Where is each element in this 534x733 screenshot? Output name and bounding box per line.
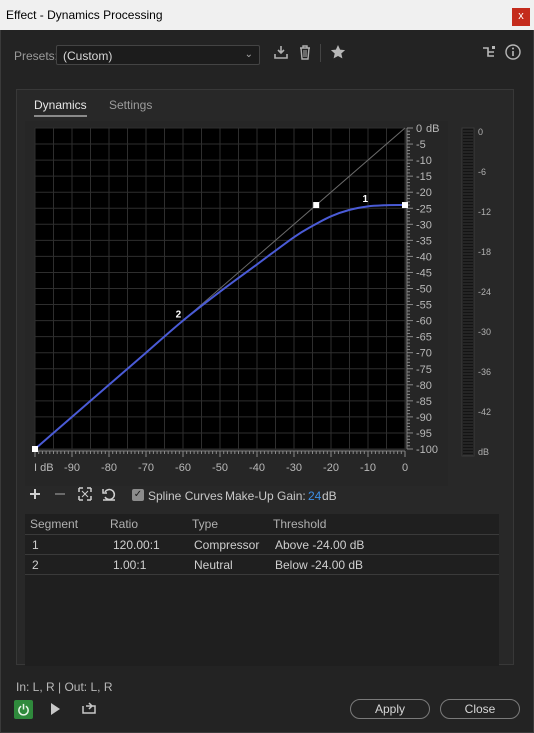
save-preset-icon[interactable] bbox=[273, 44, 289, 63]
table-row[interactable]: 2 1.00:1 Neutral Below -24.00 dB bbox=[25, 555, 499, 574]
segment-label: 1 bbox=[362, 194, 368, 205]
meter-tick-label: -18 bbox=[478, 247, 491, 257]
y-tick-label: -5 bbox=[416, 139, 426, 151]
column-header-threshold: Threshold bbox=[273, 517, 327, 531]
y-tick-label: -40 bbox=[416, 251, 432, 263]
segment-label: 2 bbox=[176, 309, 182, 320]
tab-dynamics[interactable]: Dynamics bbox=[34, 98, 87, 117]
transfer-curve-svg[interactable]: 0 -5 -10 -15 -20 -25 -30 -35 -40 -45 -50 -55 -60 -65 -… bbox=[25, 121, 448, 486]
row-divider bbox=[25, 574, 499, 575]
window-title: Effect - Dynamics Processing bbox=[6, 8, 163, 22]
x-tick-label: -10 bbox=[360, 462, 376, 474]
y-tick-label: -70 bbox=[416, 348, 432, 360]
transfer-curve-graph[interactable]: 0 -5 -10 -15 -20 -25 -30 -35 -40 -45 -50 -55 -60 -65 -… bbox=[25, 121, 448, 486]
y-tick-label: -90 bbox=[416, 412, 432, 424]
type-cell: Compressor bbox=[194, 538, 260, 552]
presets-dropdown[interactable]: (Custom) ⌄ bbox=[56, 45, 260, 65]
threshold-cell: Above -24.00 dB bbox=[275, 538, 365, 552]
segments-table: Segment Ratio Type Threshold 1 120.00:1 … bbox=[25, 514, 499, 666]
reset-icon[interactable] bbox=[102, 487, 116, 504]
column-header-type: Type bbox=[192, 517, 219, 531]
chevron-down-icon: ⌄ bbox=[244, 49, 253, 60]
y-tick-label: 0 bbox=[416, 123, 422, 135]
x-tick-label: -20 bbox=[323, 462, 339, 474]
meter-tick-label: -12 bbox=[478, 207, 491, 217]
power-toggle-button[interactable] bbox=[14, 700, 33, 719]
y-tick-label: -55 bbox=[416, 300, 432, 312]
control-point[interactable] bbox=[313, 202, 320, 209]
control-point[interactable] bbox=[32, 446, 38, 452]
favorite-star-icon[interactable] bbox=[330, 44, 346, 63]
divider bbox=[320, 44, 321, 62]
meter-tick-label: 0 bbox=[478, 127, 483, 137]
close-button[interactable]: Close bbox=[440, 699, 520, 719]
column-header-ratio: Ratio bbox=[110, 517, 139, 531]
x-unit-label: I dB bbox=[34, 462, 54, 474]
y-tick-label: -60 bbox=[416, 316, 432, 328]
y-tick-label: -95 bbox=[416, 428, 432, 440]
y-tick-label: -25 bbox=[416, 203, 432, 215]
y-tick-label: -75 bbox=[416, 364, 432, 376]
apply-button[interactable]: Apply bbox=[350, 699, 430, 719]
y-tick-label: -65 bbox=[416, 332, 432, 344]
makeup-gain-unit: dB bbox=[322, 489, 337, 503]
x-tick-label: -60 bbox=[175, 462, 191, 474]
x-tick-label: 0 bbox=[402, 462, 408, 474]
type-cell: Neutral bbox=[194, 558, 233, 572]
spline-curves-label: Spline Curves bbox=[148, 489, 223, 503]
title-bar: Effect - Dynamics Processing x bbox=[0, 0, 534, 30]
y-tick-label: -10 bbox=[416, 155, 432, 167]
routing-icon[interactable] bbox=[482, 45, 496, 62]
x-tick-label: -50 bbox=[212, 462, 228, 474]
x-tick-label: -30 bbox=[286, 462, 302, 474]
x-tick-label: -80 bbox=[101, 462, 117, 474]
x-tick-label: -40 bbox=[249, 462, 265, 474]
x-tick-label: -70 bbox=[138, 462, 154, 474]
y-tick-label: -100 bbox=[416, 444, 438, 456]
meter-tick-label: -6 bbox=[478, 167, 486, 177]
y-tick-label: -50 bbox=[416, 284, 432, 296]
y-tick-label: -80 bbox=[416, 380, 432, 392]
ratio-cell: 120.00:1 bbox=[113, 538, 160, 552]
column-header-segment: Segment bbox=[30, 517, 79, 531]
table-row[interactable]: 1 120.00:1 Compressor Above -24.00 dB bbox=[25, 535, 499, 554]
threshold-cell: Below -24.00 dB bbox=[275, 558, 364, 572]
y-tick-label: -85 bbox=[416, 396, 432, 408]
info-icon[interactable] bbox=[505, 44, 521, 63]
meter-tick-label: -36 bbox=[478, 367, 491, 377]
close-window-button[interactable]: x bbox=[512, 8, 530, 26]
y-tick-label: -30 bbox=[416, 219, 432, 231]
segment-cell: 2 bbox=[32, 558, 39, 572]
delete-icon[interactable] bbox=[298, 44, 312, 63]
presets-row: Presets: (Custom) ⌄ bbox=[0, 42, 534, 68]
makeup-gain-value[interactable]: 24 bbox=[308, 489, 321, 503]
y-tick-label: -45 bbox=[416, 267, 432, 279]
add-icon[interactable] bbox=[29, 487, 41, 504]
presets-label: Presets: bbox=[14, 49, 59, 63]
x-tick-label: -90 bbox=[64, 462, 80, 474]
y-tick-label: -20 bbox=[416, 187, 432, 199]
play-preview-button[interactable] bbox=[49, 702, 61, 719]
level-meter: 0 -6 -12 -18 -24 -30 -36 -42 dB bbox=[456, 124, 506, 464]
remove-icon[interactable] bbox=[54, 487, 66, 504]
y-unit-label: dB bbox=[426, 123, 439, 135]
fit-icon[interactable] bbox=[78, 487, 92, 504]
ratio-cell: 1.00:1 bbox=[113, 558, 147, 572]
spline-curves-checkbox[interactable]: ✓ bbox=[132, 489, 144, 501]
makeup-gain-label: Make-Up Gain: bbox=[225, 489, 306, 503]
control-point[interactable] bbox=[402, 202, 408, 209]
io-routing-label: In: L, R | Out: L, R bbox=[16, 680, 113, 694]
level-meter-svg: 0 -6 -12 -18 -24 -30 -36 -42 dB bbox=[461, 127, 491, 457]
y-tick-label: -15 bbox=[416, 171, 432, 183]
meter-tick-label: -42 bbox=[478, 407, 491, 417]
meter-tick-label: -30 bbox=[478, 327, 491, 337]
curve-toolbar: ✓ Spline Curves Make-Up Gain: 24 dB bbox=[28, 487, 428, 505]
meter-tick-label: dB bbox=[478, 447, 489, 457]
loop-playback-button[interactable] bbox=[81, 700, 97, 719]
segment-cell: 1 bbox=[32, 538, 39, 552]
y-tick-label: -35 bbox=[416, 235, 432, 247]
meter-tick-label: -24 bbox=[478, 287, 491, 297]
tab-settings[interactable]: Settings bbox=[109, 98, 152, 112]
presets-selected-value: (Custom) bbox=[63, 49, 113, 63]
